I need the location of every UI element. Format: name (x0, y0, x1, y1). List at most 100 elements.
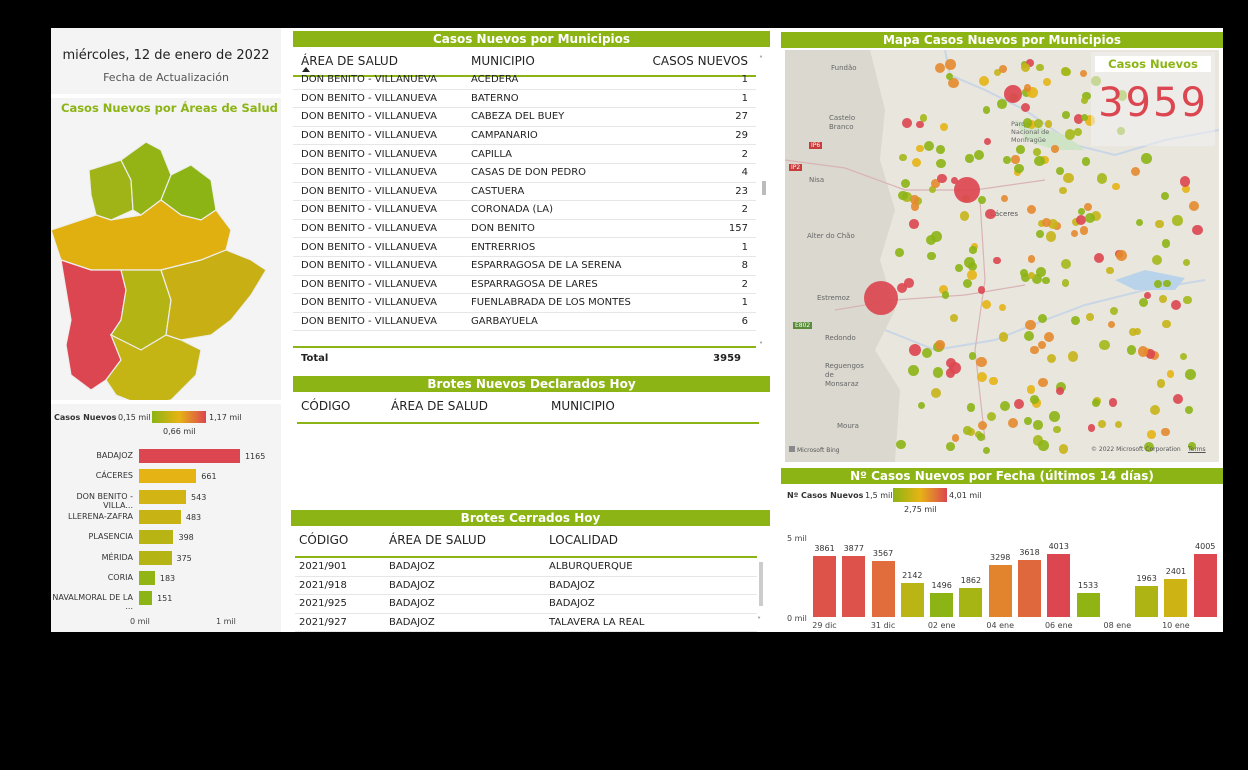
municipio-bubble[interactable] (1151, 254, 1163, 266)
municipio-bubble[interactable] (1049, 410, 1060, 422)
municipio-bubble[interactable] (1023, 417, 1032, 425)
date-bar[interactable] (988, 564, 1012, 617)
table-row[interactable]: DON BENITO - VILLANUEVA CASTUERA 23 (293, 183, 756, 202)
area-bar[interactable] (139, 530, 174, 545)
municipio-bubble[interactable] (1180, 352, 1188, 361)
date-bar[interactable] (842, 555, 866, 617)
municipio-bubble[interactable] (1062, 67, 1072, 77)
municipio-bubble[interactable] (1036, 63, 1044, 72)
municipio-bubble[interactable] (1171, 299, 1182, 310)
municipio-bubble[interactable] (976, 432, 986, 442)
municipio-bubble[interactable] (1161, 427, 1170, 437)
municipio-bubble[interactable] (1182, 258, 1190, 266)
table-row[interactable]: DON BENITO - VILLANUEVA DON BENITO 157 (293, 220, 756, 239)
municipio-bubble[interactable] (916, 120, 924, 129)
date-bar[interactable] (1164, 579, 1188, 617)
scroll-down-icon[interactable]: ˅ (759, 341, 763, 350)
municipio-bubble[interactable] (1034, 156, 1045, 167)
municipio-bubble[interactable] (1106, 267, 1114, 275)
municipio-bubble[interactable] (936, 158, 946, 169)
col-header-municipio[interactable]: MUNICIPIO (551, 399, 615, 413)
municipio-bubble[interactable] (1013, 399, 1024, 409)
municipio-bubble[interactable] (983, 447, 991, 455)
municipio-bubble[interactable] (1037, 340, 1046, 349)
municipio-bubble[interactable] (1003, 155, 1012, 164)
municipio-bubble[interactable] (1041, 217, 1051, 227)
area-bar[interactable] (139, 550, 172, 565)
municipio-bubble[interactable] (896, 439, 906, 450)
municipio-bubble[interactable] (1188, 201, 1199, 212)
municipio-bubble[interactable] (966, 402, 976, 412)
municipio-bubble[interactable] (1150, 404, 1161, 415)
scroll-thumb[interactable] (759, 562, 763, 606)
municipio-bubble[interactable] (983, 138, 991, 146)
municipio-bubble[interactable] (896, 283, 907, 294)
table-row[interactable]: DON BENITO - VILLANUEVA ACEDERA 1 (293, 71, 756, 90)
municipio-bubble[interactable] (1026, 384, 1036, 394)
scroll-down-icon[interactable]: ˅ (757, 616, 761, 625)
municipio-bubble[interactable] (1042, 276, 1050, 285)
municipio-bubble[interactable] (918, 401, 926, 409)
municipio-bubble[interactable] (1070, 315, 1080, 325)
municipio-bubble[interactable] (965, 154, 974, 163)
col-header-localidad[interactable]: LOCALIDAD (549, 533, 618, 547)
municipio-bubble[interactable] (930, 387, 942, 398)
municipio-bubble[interactable] (1163, 279, 1171, 287)
municipio-bubble-large[interactable] (864, 281, 898, 315)
municipio-bubble[interactable] (1135, 218, 1144, 227)
municipio-bubble[interactable] (1141, 152, 1152, 164)
municipio-bubble[interactable] (1063, 173, 1074, 184)
municipio-bubble[interactable] (1053, 425, 1061, 434)
municipio-bubble[interactable] (978, 76, 989, 87)
municipio-bubble[interactable] (1038, 377, 1048, 388)
municipio-bubble[interactable] (1016, 145, 1026, 154)
municipio-bubble[interactable] (1153, 280, 1162, 289)
municipio-bubble[interactable] (895, 247, 904, 257)
scroll-up-icon[interactable]: ˄ (759, 55, 763, 64)
municipio-bubble[interactable] (1067, 351, 1079, 362)
municipio-bubble[interactable] (916, 144, 924, 153)
table-row[interactable]: DON BENITO - VILLANUEVA CORONADA (LA) 2 (293, 201, 756, 220)
municipio-bubble[interactable] (909, 218, 919, 229)
table-row[interactable]: DON BENITO - VILLANUEVA BATERNO 1 (293, 90, 756, 109)
municipio-bubble[interactable] (1033, 119, 1043, 128)
municipio-bubble[interactable] (1000, 194, 1008, 202)
map-terms-link[interactable]: Terms (1188, 446, 1206, 453)
municipio-bubble[interactable] (1110, 307, 1119, 316)
municipio-bubble[interactable] (946, 442, 955, 452)
municipio-bubble[interactable] (1038, 439, 1050, 451)
cerrados-scrollbar[interactable]: ˅ (756, 558, 766, 632)
municipio-bubble[interactable] (963, 278, 973, 288)
municipio-bubble[interactable] (981, 299, 992, 309)
date-bar[interactable] (871, 560, 895, 617)
table-row[interactable]: DON BENITO - VILLANUEVA GARBAYUELA 6 (293, 313, 756, 332)
municipio-bubble[interactable] (1056, 387, 1064, 396)
municipio-bubble[interactable] (1032, 147, 1041, 156)
area-bar[interactable] (139, 509, 181, 524)
municipio-bubble[interactable] (1030, 346, 1039, 355)
municipio-bubble[interactable] (927, 251, 936, 261)
area-bar[interactable] (139, 449, 240, 463)
table-row[interactable]: DON BENITO - VILLANUEVA CAMPANARIO 29 (293, 127, 756, 146)
municipio-bubble[interactable] (1061, 259, 1072, 270)
municipio-bubble[interactable] (937, 173, 947, 184)
municipio-bubble[interactable] (1185, 406, 1194, 415)
municipio-bubble[interactable] (1074, 127, 1083, 136)
area-bar[interactable] (139, 570, 155, 585)
municipio-bubble[interactable] (977, 286, 986, 294)
municipio-bubble[interactable] (899, 153, 907, 162)
col-header-area[interactable]: ÁREA DE SALUD (391, 399, 488, 413)
municipio-bubble[interactable] (941, 291, 950, 299)
municipio-bubble[interactable] (1133, 328, 1142, 336)
municipio-bubble[interactable] (1079, 226, 1089, 236)
municipio-bubble[interactable] (988, 376, 998, 386)
municipio-bubble[interactable] (1029, 394, 1039, 404)
municipio-bubble[interactable] (1155, 219, 1164, 229)
date-bar[interactable] (1193, 553, 1217, 617)
municipio-bubble[interactable] (993, 257, 1001, 265)
scroll-thumb[interactable] (762, 181, 766, 195)
table-row[interactable]: DON BENITO - VILLANUEVAGARGALIGAS3 (293, 331, 756, 336)
municipio-bubble[interactable] (1037, 313, 1048, 323)
municipio-bubble[interactable] (1044, 120, 1053, 128)
municipio-bubble[interactable] (1086, 313, 1094, 322)
